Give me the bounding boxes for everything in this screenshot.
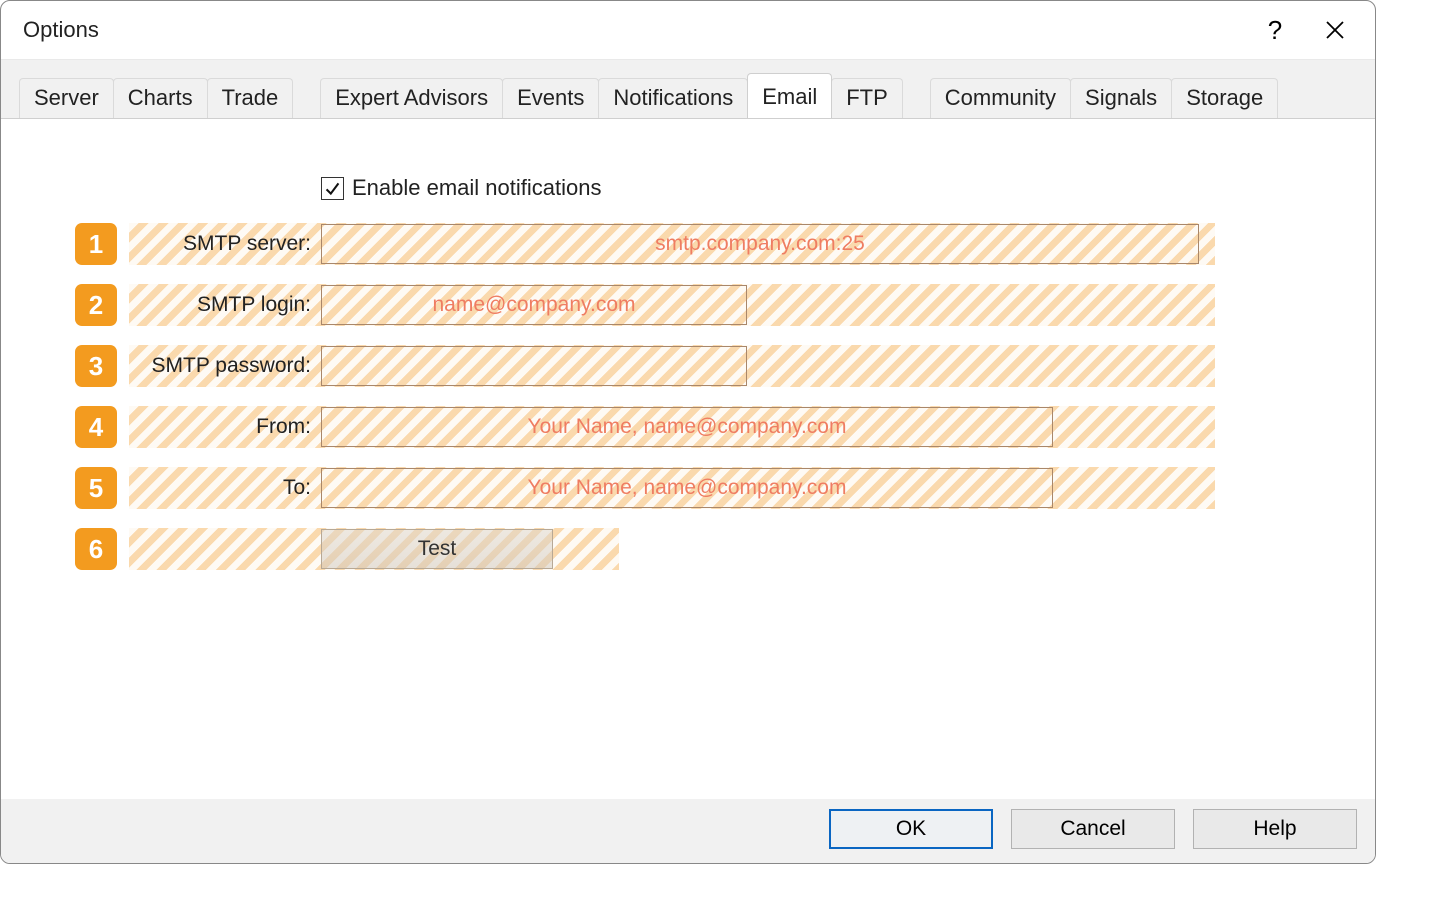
annotation-badge: 2 [75,284,117,326]
tab-events[interactable]: Events [502,78,599,119]
highlight-stripe: To: [129,467,1215,509]
help-button[interactable]: Help [1193,809,1357,849]
enable-email-checkbox[interactable] [321,177,344,200]
annotation-badge: 5 [75,467,117,509]
highlight-stripe: Test [129,528,619,570]
tabstrip: ServerChartsTrade Expert AdvisorsEventsNo… [1,76,1375,118]
form-row: 6 Test [75,528,1215,570]
smtp-login-input[interactable] [321,285,747,325]
tab-expert-advisors[interactable]: Expert Advisors [320,78,503,119]
form-row: 1 SMTP server: [75,223,1215,265]
field-label: SMTP login: [129,293,321,317]
field-label: SMTP password: [129,354,321,378]
field-label: SMTP server: [129,232,321,256]
highlight-stripe: From: [129,406,1215,448]
form-row: 4 From: [75,406,1215,448]
from-input[interactable] [321,407,1053,447]
close-icon[interactable] [1305,11,1365,49]
smtp-password-input[interactable] [321,346,747,386]
form-row: 5 To: [75,467,1215,509]
tab-signals[interactable]: Signals [1070,78,1172,119]
tab-notifications[interactable]: Notifications [598,78,748,119]
annotation-badge: 3 [75,345,117,387]
form-row: 2 SMTP login: [75,284,1215,326]
field-label: To: [129,476,321,500]
titlebar: Options ? [1,1,1375,59]
ok-button[interactable]: OK [829,809,993,849]
tab-area: ServerChartsTrade Expert AdvisorsEventsNo… [1,59,1375,799]
highlight-stripe: SMTP server: [129,223,1215,265]
tab-email[interactable]: Email [747,73,832,118]
test-button[interactable]: Test [321,529,553,569]
to-input[interactable] [321,468,1053,508]
help-icon[interactable]: ? [1245,11,1305,49]
annotation-badge: 1 [75,223,117,265]
form-row: 3 SMTP password: [75,345,1215,387]
options-dialog: Options ? ServerChartsTrade Expert Adviso… [0,0,1376,864]
smtp-server-input[interactable] [321,224,1199,264]
tab-charts[interactable]: Charts [113,78,208,119]
highlight-stripe: SMTP password: [129,345,1215,387]
annotation-badge: 6 [75,528,117,570]
tab-storage[interactable]: Storage [1171,78,1278,119]
tab-ftp[interactable]: FTP [831,78,903,119]
annotation-badge: 4 [75,406,117,448]
cancel-button[interactable]: Cancel [1011,809,1175,849]
window-title: Options [23,17,99,43]
tab-trade[interactable]: Trade [207,78,294,119]
highlight-stripe: SMTP login: [129,284,1215,326]
tab-panel-email: Enable email notifications 1 SMTP server:… [1,118,1375,799]
tab-server[interactable]: Server [19,78,114,119]
enable-email-label: Enable email notifications [352,175,601,201]
dialog-footer: OK Cancel Help [1,794,1375,863]
field-label: From: [129,415,321,439]
tab-community[interactable]: Community [930,78,1071,119]
